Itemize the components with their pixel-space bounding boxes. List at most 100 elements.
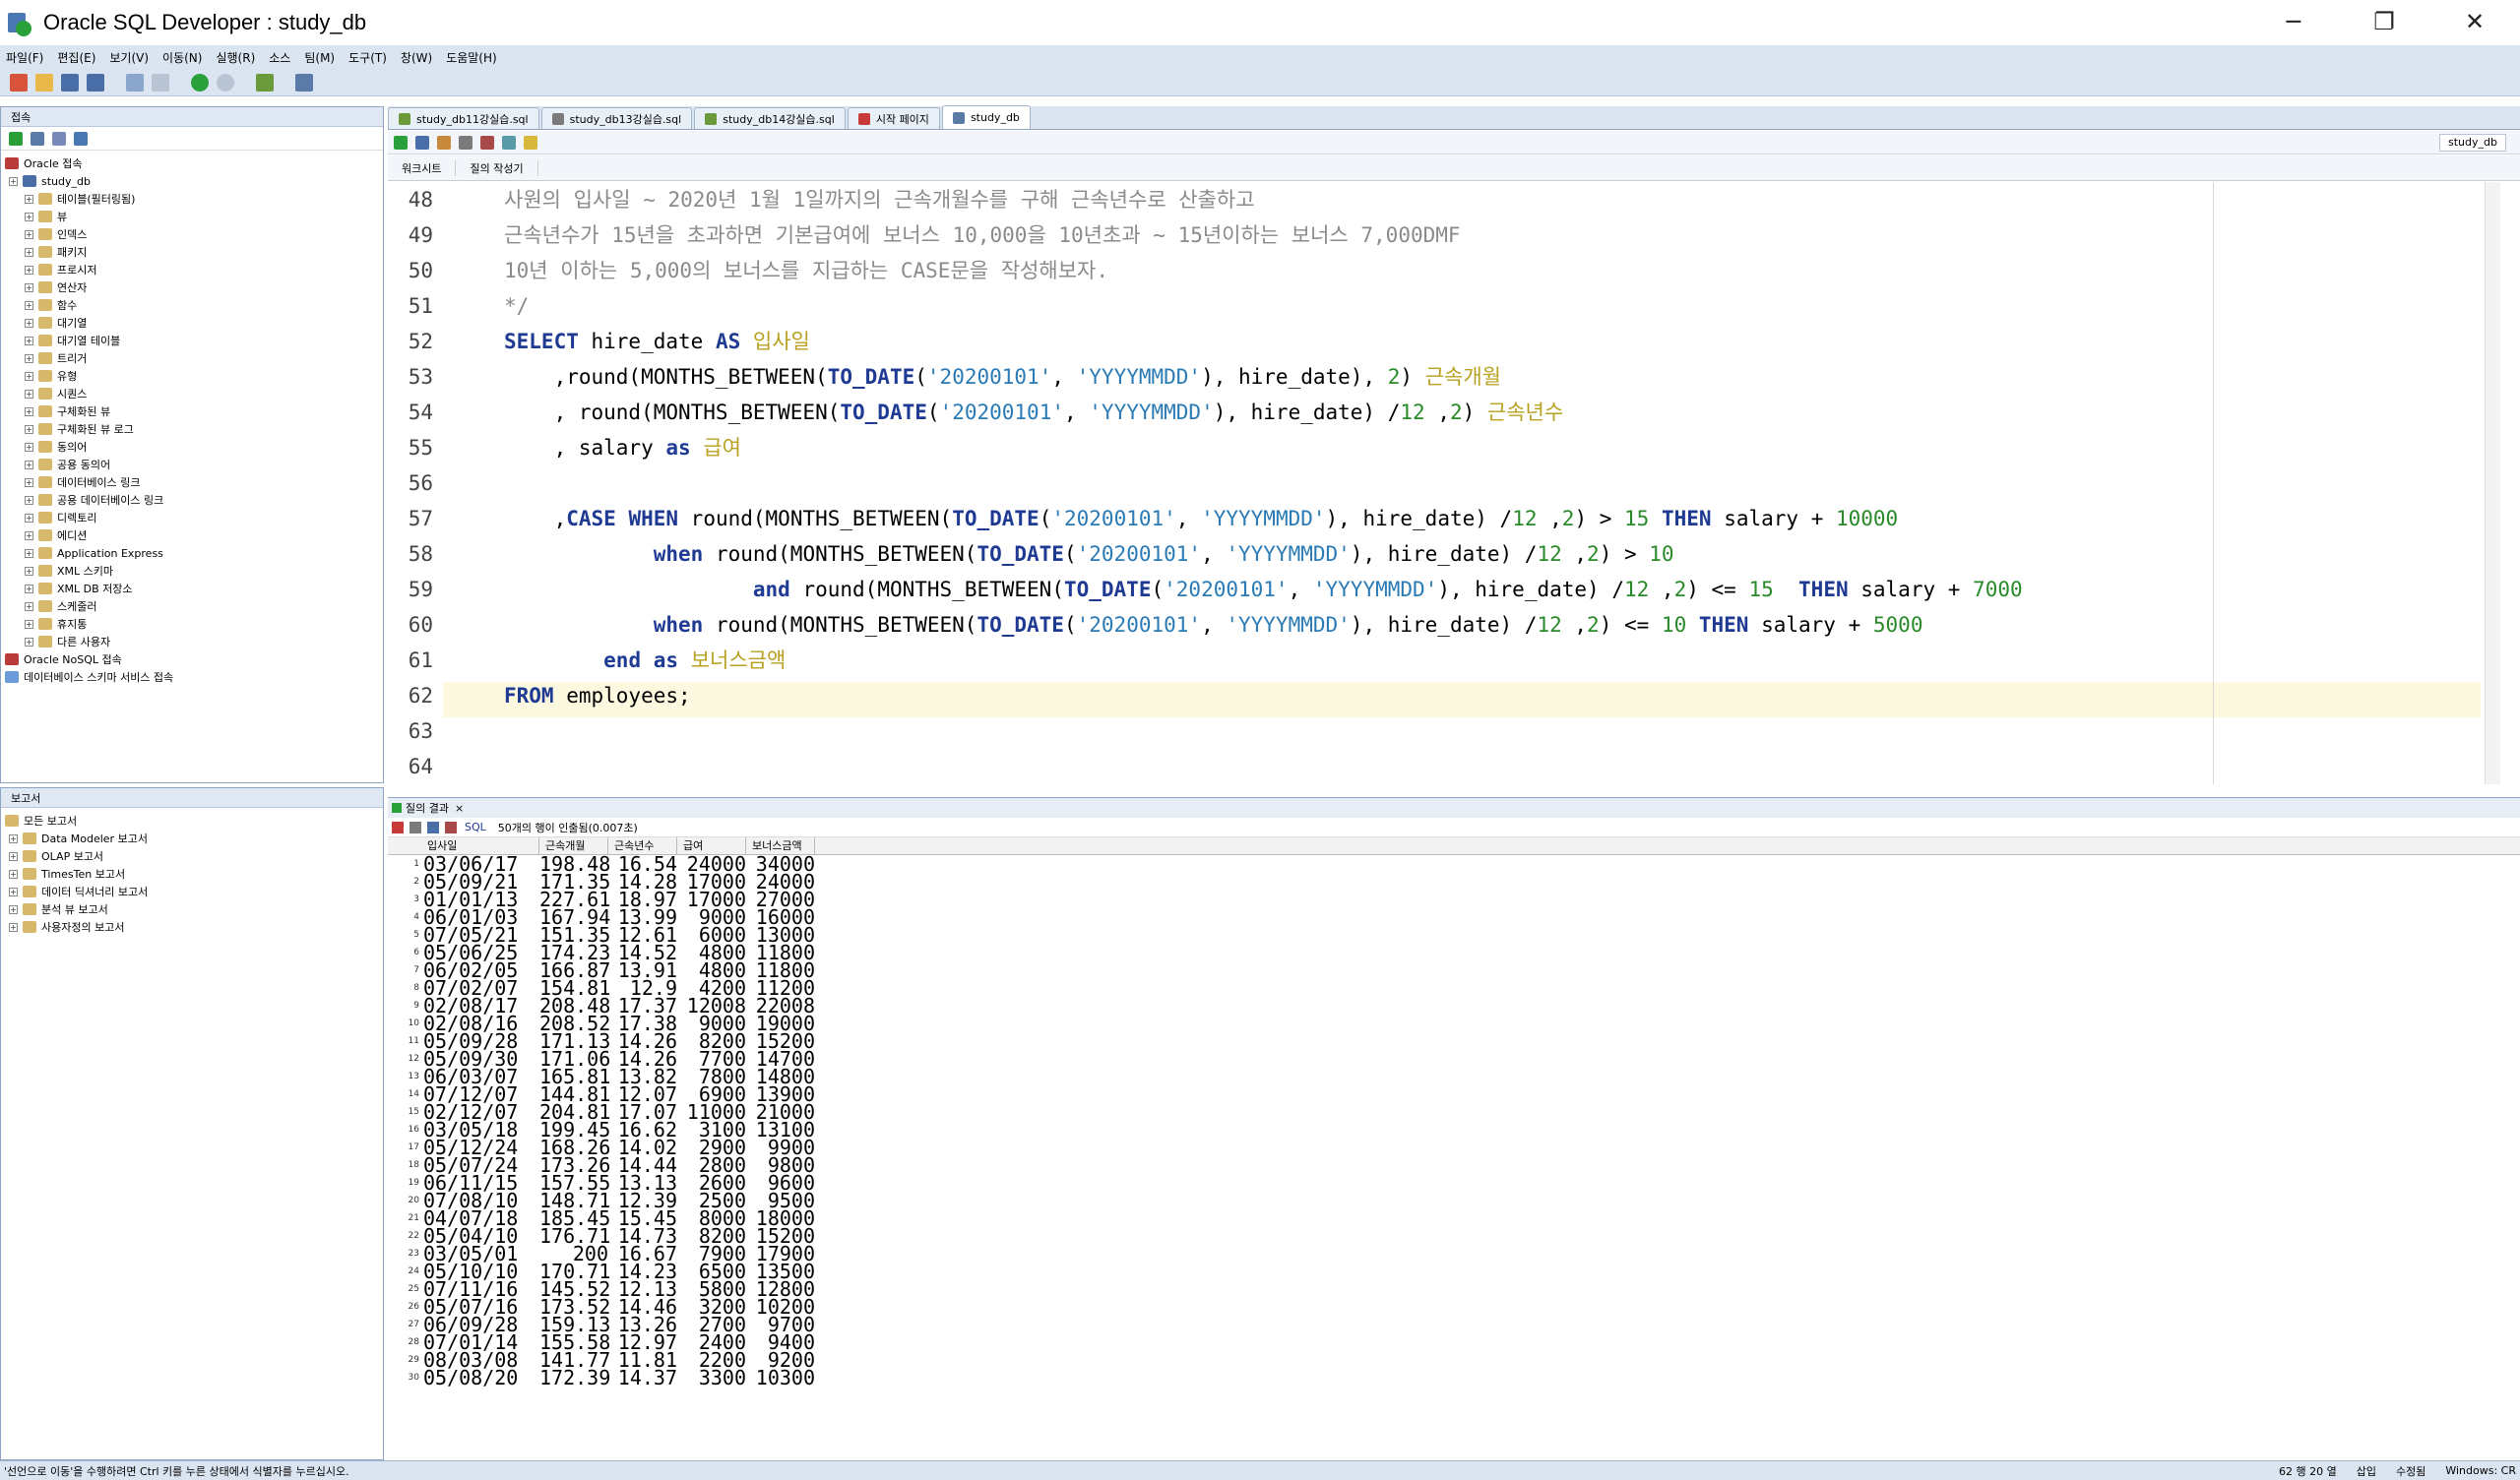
expand-icon[interactable]: + (25, 548, 33, 558)
menu-item[interactable]: 실행(R) (216, 49, 255, 66)
tree-report-item[interactable]: + TimesTen 보고서 (1, 865, 383, 883)
expand-icon[interactable]: + (25, 619, 33, 629)
code-line[interactable]: 사원의 입사일 ~ 2020년 1월 1일까지의 근속개월수를 구해 근속년수로… (504, 182, 1255, 217)
menu-item[interactable]: 도움말(H) (446, 49, 497, 66)
result-grid[interactable]: 1 03/06/17 198.48 16.54 24000 34000 2 05/09/21 1… (388, 852, 2520, 1389)
expand-icon[interactable]: + (25, 406, 33, 416)
open-folder-icon[interactable] (35, 73, 53, 92)
tree-report-item[interactable]: + Data Modeler 보고서 (1, 830, 383, 847)
expand-icon[interactable]: + (25, 371, 33, 381)
expand-icon[interactable]: + (25, 318, 33, 328)
editor-tab[interactable]: study_db14강실습.sql (694, 107, 846, 129)
tree-item[interactable]: + 다른 사용자 (1, 633, 383, 650)
menu-item[interactable]: 편집(E) (57, 49, 95, 66)
code-line[interactable]: */ (504, 288, 529, 324)
commit-icon[interactable] (437, 135, 451, 150)
expand-icon[interactable]: + (9, 922, 18, 932)
add-connection-icon[interactable] (9, 131, 23, 146)
table-cell[interactable]: 3300 (677, 1366, 746, 1389)
save-icon[interactable] (61, 73, 79, 92)
sql-link[interactable]: SQL (465, 821, 486, 833)
expand-icon[interactable]: + (25, 194, 33, 204)
expand-icon[interactable]: + (25, 584, 33, 593)
tree-cloud-connections[interactable]: 데이터베이스 스키마 서비스 접속 (1, 668, 383, 686)
connection-selector[interactable]: study_db (2439, 134, 2506, 152)
tree-item[interactable]: + 스케줄러 (1, 597, 383, 615)
tree-item[interactable]: + 프로시저 (1, 261, 383, 278)
code-line[interactable]: when round(MONTHS_BETWEEN(TO_DATE('20200… (504, 607, 1923, 643)
tree-item[interactable]: + 함수 (1, 296, 383, 314)
sql-editor[interactable]: 48 49 50 51 52 53 54 55 56 57 58 59 60 61 62 63 64 사원의 입… (388, 182, 2500, 784)
expand-icon[interactable]: + (25, 513, 33, 523)
expand-icon[interactable]: + (9, 887, 18, 896)
explain-plan-icon[interactable] (459, 135, 472, 150)
schema-browser-icon[interactable] (74, 131, 88, 146)
tree-item[interactable]: + Application Express (1, 544, 383, 562)
tree-item[interactable]: + 연산자 (1, 278, 383, 296)
tab-query-result[interactable]: 질의 결과 (406, 800, 449, 816)
minimize-button[interactable]: ─ (2248, 0, 2339, 43)
tree-item[interactable]: + XML DB 저장소 (1, 580, 383, 597)
menu-item[interactable]: 도구(T) (348, 49, 387, 66)
expand-icon[interactable]: + (25, 530, 33, 540)
menu-item[interactable]: 창(W) (401, 49, 432, 66)
code-line[interactable]: 근속년수가 15년을 초과하면 기본급여에 보너스 10,000을 10년초과 … (504, 217, 1461, 253)
tab-worksheet[interactable]: 워크시트 (388, 159, 457, 176)
tree-item[interactable]: + 대기열 (1, 314, 383, 332)
tree-item[interactable]: + 유형 (1, 367, 383, 385)
tree-study-db[interactable]: + study_db (1, 172, 383, 190)
tree-item[interactable]: + 뷰 (1, 208, 383, 225)
code-line[interactable]: FROM employees; (504, 678, 691, 713)
tree-item[interactable]: + 휴지통 (1, 615, 383, 633)
editor-tab[interactable]: 시작 페이지 (847, 107, 940, 129)
menu-item[interactable]: 파일(F) (6, 49, 43, 66)
tree-report-item[interactable]: + OLAP 보고서 (1, 847, 383, 865)
maximize-button[interactable]: ❐ (2339, 0, 2429, 43)
code-line[interactable]: when round(MONTHS_BETWEEN(TO_DATE('20200… (504, 536, 1674, 572)
code-line[interactable]: SELECT hire_date AS 입사일 (504, 324, 810, 359)
tree-report-item[interactable]: + 사용자정의 보고서 (1, 918, 383, 936)
rollback-icon[interactable] (480, 135, 494, 150)
undo-icon[interactable] (126, 73, 144, 92)
table-cell[interactable]: 14.37 (608, 1366, 677, 1389)
tree-item[interactable]: + 에디션 (1, 526, 383, 544)
tree-item[interactable]: + 디렉토리 (1, 509, 383, 526)
expand-icon[interactable]: + (9, 176, 18, 186)
expand-icon[interactable]: + (9, 851, 18, 861)
menu-item[interactable]: 팀(M) (304, 49, 335, 66)
refresh-icon[interactable] (31, 131, 44, 146)
tree-report-item[interactable]: + 분석 뷰 보고서 (1, 900, 383, 918)
tree-item[interactable]: + 패키지 (1, 243, 383, 261)
back-icon[interactable] (191, 73, 209, 92)
run-icon[interactable] (256, 73, 274, 92)
tree-item[interactable]: + 구체화된 뷰 로그 (1, 420, 383, 438)
editor-tab[interactable]: study_db (941, 105, 1031, 129)
expand-icon[interactable]: + (25, 353, 33, 363)
clear-icon[interactable] (524, 135, 537, 150)
code-line[interactable]: 10년 이하는 5,000의 보너스를 지급하는 CASE문을 작성해보자. (504, 253, 1108, 288)
tree-item[interactable]: + 인덱스 (1, 225, 383, 243)
code-line[interactable]: end as 보너스금액 (504, 643, 786, 678)
tree-nosql-connections[interactable]: Oracle NoSQL 접속 (1, 650, 383, 668)
expand-icon[interactable]: + (25, 336, 33, 345)
tree-item[interactable]: + 공용 동의어 (1, 456, 383, 473)
close-result-tab[interactable]: × (455, 802, 464, 815)
expand-icon[interactable]: + (25, 389, 33, 399)
tab-query-builder[interactable]: 질의 작성기 (456, 159, 538, 176)
expand-icon[interactable]: + (25, 424, 33, 434)
run-script-icon[interactable] (415, 135, 429, 150)
pin-icon[interactable] (392, 821, 404, 833)
close-button[interactable]: ✕ (2429, 0, 2520, 43)
editor-tab[interactable]: study_db13강실습.sql (540, 107, 693, 129)
editor-scrollbar[interactable] (2485, 182, 2500, 784)
menu-item[interactable]: 이동(N) (162, 49, 202, 66)
sql-worksheet-icon[interactable] (295, 73, 313, 92)
expand-icon[interactable]: + (25, 282, 33, 292)
code-line[interactable]: and round(MONTHS_BETWEEN(TO_DATE('202001… (504, 572, 2023, 607)
table-row[interactable]: 30 05/08/20 172.39 14.37 3300 10300 (388, 1366, 2520, 1389)
expand-icon[interactable]: + (25, 442, 33, 452)
tree-report-item[interactable]: + 데이터 딕셔너리 보고서 (1, 883, 383, 900)
tree-item[interactable]: + XML 스키마 (1, 562, 383, 580)
expand-icon[interactable]: + (9, 833, 18, 843)
expand-icon[interactable]: + (25, 212, 33, 221)
